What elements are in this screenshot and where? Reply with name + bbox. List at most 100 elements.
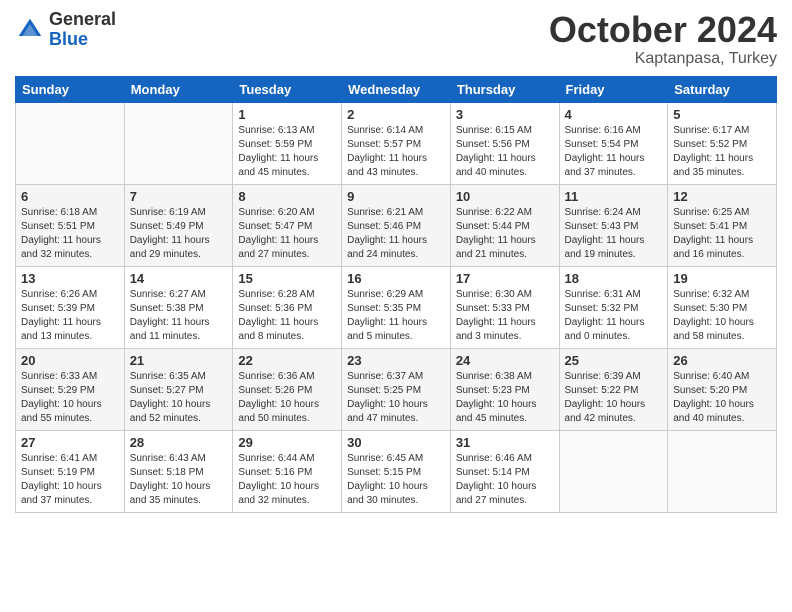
table-row: 8 Sunrise: 6:20 AMSunset: 5:47 PMDaylight… [233,184,342,266]
daylight-text: Daylight: 10 hours and 35 minutes. [130,480,228,508]
logo: General Blue [15,10,116,50]
sunset-text: Sunset: 5:46 PM [347,220,445,234]
sunset-text: Sunset: 5:39 PM [21,302,119,316]
page: General Blue October 2024 Kaptanpasa, Tu… [0,0,792,612]
sunrise-text: Sunrise: 6:41 AM [21,452,119,466]
table-row: 6Sunrise: 6:18 AMSunset: 5:51 PMDaylight… [16,184,125,266]
daylight-text: Daylight: 11 hours and 35 minutes. [673,152,771,180]
daylight-text: Daylight: 11 hours and 37 minutes. [565,152,663,180]
table-row: 3Sunrise: 6:15 AMSunset: 5:56 PMDaylight… [450,102,559,184]
sunset-text: Sunset: 5:33 PM [456,302,554,316]
day-number: 14 [130,271,228,286]
table-row: 23Sunrise: 6:37 AMSunset: 5:25 PMDayligh… [342,348,451,430]
logo-icon [15,15,45,45]
sunrise-text: Sunrise: 6:45 AM [347,452,445,466]
day-info: Sunrise: 6:17 AMSunset: 5:52 PMDaylight:… [673,124,771,180]
day-info: Sunrise: 6:13 AMSunset: 5:59 PMDaylight:… [238,124,336,180]
day-number: 7 [130,189,228,204]
day-info: Sunrise: 6:24 AMSunset: 5:43 PMDaylight:… [565,206,663,262]
day-info: Sunrise: 6:27 AMSunset: 5:38 PMDaylight:… [130,288,228,344]
day-number: 28 [130,435,228,450]
sunrise-text: Sunrise: 6:27 AM [130,288,228,302]
daylight-text: Daylight: 11 hours and 19 minutes. [565,234,663,262]
day-info: Sunrise: 6:38 AMSunset: 5:23 PMDaylight:… [456,370,554,426]
daylight-text: Daylight: 10 hours and 52 minutes. [130,398,228,426]
day-number: 8 [238,189,336,204]
table-row: 15Sunrise: 6:28 AMSunset: 5:36 PMDayligh… [233,266,342,348]
sunset-text: Sunset: 5:18 PM [130,466,228,480]
sunrise-text: Sunrise: 6:16 AM [565,124,663,138]
day-number: 18 [565,271,663,286]
day-number: 30 [347,435,445,450]
day-info: Sunrise: 6:16 AMSunset: 5:54 PMDaylight:… [565,124,663,180]
logo-text: General Blue [49,10,116,50]
sunset-text: Sunset: 5:25 PM [347,384,445,398]
sunrise-text: Sunrise: 6:30 AM [456,288,554,302]
table-row [559,430,668,512]
sunrise-text: Sunrise: 6:26 AM [21,288,119,302]
table-row: 21Sunrise: 6:35 AMSunset: 5:27 PMDayligh… [124,348,233,430]
sunset-text: Sunset: 5:36 PM [238,302,336,316]
sunset-text: Sunset: 5:57 PM [347,138,445,152]
day-number: 11 [565,189,663,204]
day-info: Sunrise: 6:14 AMSunset: 5:57 PMDaylight:… [347,124,445,180]
table-row: 12Sunrise: 6:25 AMSunset: 5:41 PMDayligh… [668,184,777,266]
table-row [124,102,233,184]
logo-blue: Blue [49,30,116,50]
table-row [16,102,125,184]
daylight-text: Daylight: 11 hours and 0 minutes. [565,316,663,344]
day-info: Sunrise: 6:33 AMSunset: 5:29 PMDaylight:… [21,370,119,426]
daylight-text: Daylight: 11 hours and 43 minutes. [347,152,445,180]
day-info: Sunrise: 6:25 AMSunset: 5:41 PMDaylight:… [673,206,771,262]
sunrise-text: Sunrise: 6:43 AM [130,452,228,466]
daylight-text: Daylight: 10 hours and 42 minutes. [565,398,663,426]
sunrise-text: Sunrise: 6:18 AM [21,206,119,220]
table-row: 26Sunrise: 6:40 AMSunset: 5:20 PMDayligh… [668,348,777,430]
sunset-text: Sunset: 5:43 PM [565,220,663,234]
sunset-text: Sunset: 5:44 PM [456,220,554,234]
daylight-text: Daylight: 11 hours and 11 minutes. [130,316,228,344]
daylight-text: Daylight: 10 hours and 32 minutes. [238,480,336,508]
daylight-text: Daylight: 10 hours and 58 minutes. [673,316,771,344]
day-number: 29 [238,435,336,450]
table-row: 2Sunrise: 6:14 AMSunset: 5:57 PMDaylight… [342,102,451,184]
day-number: 4 [565,107,663,122]
table-row: 9Sunrise: 6:21 AMSunset: 5:46 PMDaylight… [342,184,451,266]
daylight-text: Daylight: 11 hours and 24 minutes. [347,234,445,262]
daylight-text: Daylight: 11 hours and 5 minutes. [347,316,445,344]
daylight-text: Daylight: 11 hours and 8 minutes. [238,316,336,344]
day-number: 27 [21,435,119,450]
table-row: 28 Sunrise: 6:43 AMSunset: 5:18 PMDayligh… [124,430,233,512]
day-info: Sunrise: 6:20 AMSunset: 5:47 PMDaylight:… [238,206,336,262]
day-info: Sunrise: 6:15 AMSunset: 5:56 PMDaylight:… [456,124,554,180]
sunrise-text: Sunrise: 6:20 AM [238,206,336,220]
sunset-text: Sunset: 5:35 PM [347,302,445,316]
daylight-text: Daylight: 11 hours and 16 minutes. [673,234,771,262]
header: General Blue October 2024 Kaptanpasa, Tu… [15,10,777,68]
day-info: Sunrise: 6:22 AMSunset: 5:44 PMDaylight:… [456,206,554,262]
day-info: Sunrise: 6:32 AMSunset: 5:30 PMDaylight:… [673,288,771,344]
sunset-text: Sunset: 5:16 PM [238,466,336,480]
day-number: 21 [130,353,228,368]
col-wednesday: Wednesday [342,76,451,102]
calendar-week-2: 6Sunrise: 6:18 AMSunset: 5:51 PMDaylight… [16,184,777,266]
calendar-week-5: 27Sunrise: 6:41 AMSunset: 5:19 PMDayligh… [16,430,777,512]
sunrise-text: Sunrise: 6:39 AM [565,370,663,384]
day-number: 13 [21,271,119,286]
sunset-text: Sunset: 5:59 PM [238,138,336,152]
table-row: 30Sunrise: 6:45 AMSunset: 5:15 PMDayligh… [342,430,451,512]
sunrise-text: Sunrise: 6:33 AM [21,370,119,384]
daylight-text: Daylight: 10 hours and 50 minutes. [238,398,336,426]
sunset-text: Sunset: 5:30 PM [673,302,771,316]
table-row: 27Sunrise: 6:41 AMSunset: 5:19 PMDayligh… [16,430,125,512]
day-number: 17 [456,271,554,286]
table-row: 22Sunrise: 6:36 AMSunset: 5:26 PMDayligh… [233,348,342,430]
day-info: Sunrise: 6:21 AMSunset: 5:46 PMDaylight:… [347,206,445,262]
col-thursday: Thursday [450,76,559,102]
table-row: 17Sunrise: 6:30 AMSunset: 5:33 PMDayligh… [450,266,559,348]
day-number: 1 [238,107,336,122]
daylight-text: Daylight: 10 hours and 37 minutes. [21,480,119,508]
sunrise-text: Sunrise: 6:29 AM [347,288,445,302]
sunset-text: Sunset: 5:27 PM [130,384,228,398]
sunset-text: Sunset: 5:54 PM [565,138,663,152]
